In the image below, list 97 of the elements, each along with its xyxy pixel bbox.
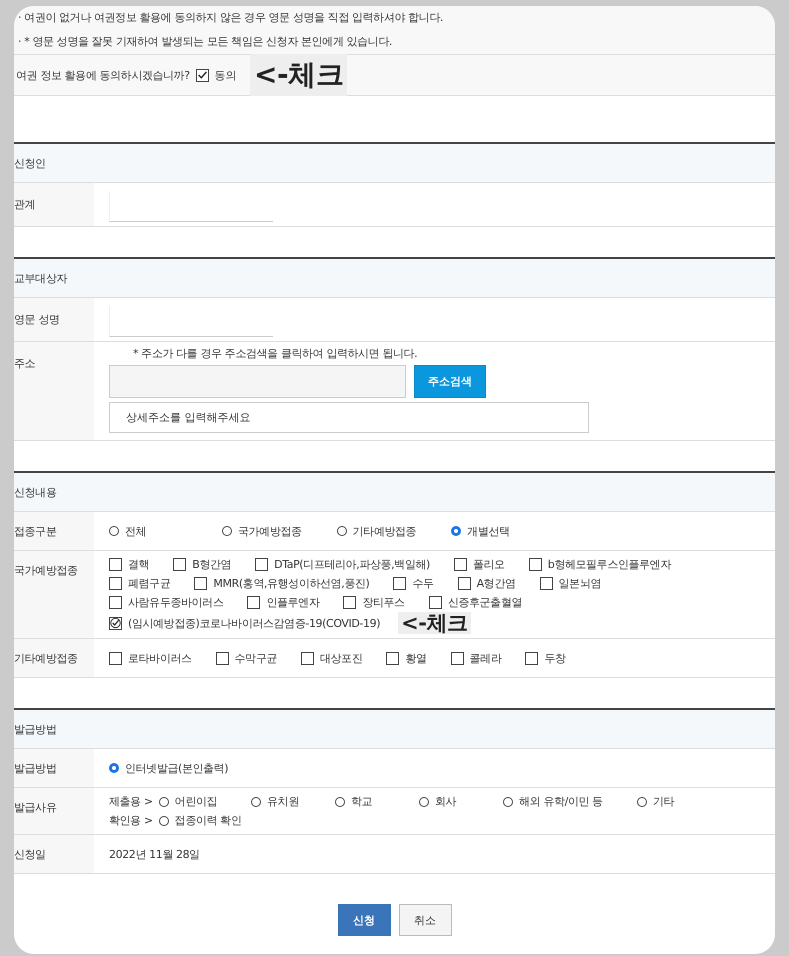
input-field[interactable]	[109, 191, 273, 222]
radio-label: 기타예방접종	[352, 524, 416, 538]
checkbox[interactable]	[109, 558, 122, 571]
date-text: 2022년 11월 28일	[109, 846, 201, 862]
checkbox-label: DTaP(디프테리아,파상풍,백일해)	[274, 557, 430, 572]
checkbox-label: 수막구균	[234, 650, 278, 666]
row-label: 발급사유	[14, 800, 56, 815]
row-label: 발급방법	[14, 760, 56, 776]
radio-button[interactable]	[335, 796, 346, 806]
checkbox-label: (임시예방접종)코로나바이러스감염증-19(COVID-19)	[128, 616, 380, 630]
radio-button[interactable]	[222, 526, 232, 536]
checkbox[interactable]	[109, 577, 122, 590]
row-label: 접종구분	[14, 524, 56, 538]
radio-label: 회사	[435, 794, 456, 809]
checkbox-label: A형간염	[476, 576, 516, 591]
notice-text: · 여권이 없거나 여권정보 활용에 동의하지 않은 경우 영문 성명을 직접 입력하셔야 합니다.	[14, 6, 775, 30]
checkbox[interactable]	[216, 652, 229, 664]
checkbox[interactable]	[454, 558, 467, 571]
row-label: 국가예방접종	[14, 563, 78, 578]
checkbox-label: 황열	[405, 650, 427, 666]
radio-button[interactable]	[636, 796, 647, 806]
radio-button[interactable]	[503, 796, 514, 806]
annotation-text: <-체크	[250, 54, 348, 96]
group-label: 확인용 >	[109, 813, 153, 828]
checkbox[interactable]	[173, 558, 186, 571]
radio-label: 학교	[351, 794, 372, 809]
detail-address-field[interactable]: 상세주소를 입력해주세요	[109, 402, 589, 433]
checkbox[interactable]	[528, 558, 542, 571]
checkbox[interactable]	[109, 596, 122, 609]
checkbox-label: 대상포진	[320, 650, 362, 666]
submit-button[interactable]: 신청	[338, 904, 390, 936]
radio-button[interactable]	[336, 526, 347, 536]
radio-button[interactable]	[158, 816, 169, 826]
radio-button[interactable]	[419, 796, 430, 806]
section-title: 신청인	[14, 156, 46, 170]
checkbox[interactable]	[458, 577, 471, 590]
checkbox[interactable]	[393, 577, 406, 590]
row-label: 영문 성명	[14, 312, 60, 327]
cancel-button[interactable]: 취소	[398, 904, 452, 936]
row-label: 주소	[14, 356, 36, 371]
checkbox[interactable]	[247, 596, 260, 609]
checkbox[interactable]	[301, 652, 314, 664]
checkbox[interactable]	[343, 596, 356, 609]
checkbox[interactable]	[450, 652, 464, 664]
radio-button[interactable]	[158, 796, 169, 806]
checkbox-label: 폐렴구균	[128, 576, 170, 591]
radio-button[interactable]	[251, 796, 262, 806]
checkbox-label: 신증후군출혈열	[448, 595, 522, 610]
group-label: 제출용 >	[109, 794, 153, 809]
checkbox[interactable]	[428, 596, 442, 609]
checkbox-label: MMR(홍역,유행성이하선염,풍진)	[213, 576, 370, 591]
row-label: 신청일	[14, 846, 46, 862]
checkbox[interactable]	[196, 68, 209, 82]
hint-text: * 주소가 다를 경우 주소검색을 클릭하여 입력하시면 됩니다.	[132, 346, 418, 361]
section-title: 발급방법	[14, 722, 56, 736]
row-label: 기타예방접종	[14, 651, 78, 666]
section-title: 교부대상자	[14, 270, 68, 286]
checkbox-label: B형간염	[192, 557, 232, 572]
row-label: 관계	[14, 197, 36, 212]
checkbox[interactable]	[194, 577, 208, 590]
radio-label: 전체	[125, 524, 146, 538]
radio-button[interactable]	[451, 526, 462, 536]
consent-question: 여권 정보 활용에 동의하시겠습니까?	[16, 68, 190, 82]
input-field[interactable]	[109, 306, 273, 337]
checkbox-label: b형헤모필루스인플루엔자	[548, 557, 671, 572]
radio-label: 어린이집	[174, 794, 218, 809]
radio-label: 유치원	[267, 794, 299, 809]
checkbox-label: 폴리오	[472, 557, 505, 572]
checkbox-label: 수두	[412, 576, 434, 591]
checkbox[interactable]	[109, 652, 122, 664]
checkbox[interactable]	[255, 558, 268, 571]
checkbox[interactable]	[386, 652, 400, 664]
address-search-button[interactable]: 주소검색	[414, 365, 486, 398]
checkbox[interactable]	[109, 616, 122, 630]
checkbox-label: 장티푸스	[362, 595, 405, 610]
radio-button[interactable]	[109, 763, 119, 773]
checkbox-label: 콜레라	[470, 650, 502, 666]
address-field[interactable]	[109, 365, 406, 398]
checkbox[interactable]	[525, 652, 538, 664]
checkbox-label: 일본뇌염	[558, 576, 601, 591]
checkbox-label: 로타바이러스	[128, 650, 192, 666]
checkbox-label: 두창	[544, 650, 566, 666]
radio-label: 국가예방접종	[238, 524, 302, 538]
annotation-text: <-체크	[398, 612, 471, 634]
radio-label: 개별선택	[467, 524, 510, 538]
radio-label: 해외 유학/이민 등	[519, 794, 603, 809]
notice-text: · * 영문 성명을 잘못 기재하여 발생되는 모든 책임은 신청자 본인에게 있습니다.	[14, 30, 775, 54]
radio-button[interactable]	[109, 526, 119, 536]
radio-label: 기타	[652, 794, 674, 809]
radio-label: 인터넷발급(본인출력)	[125, 760, 228, 776]
checkbox-label: 결핵	[128, 557, 150, 572]
radio-label: 접종이력 확인	[174, 813, 242, 828]
checkbox-label: 동의	[214, 68, 236, 82]
checkbox[interactable]	[540, 577, 553, 590]
checkbox-label: 인플루엔자	[266, 595, 320, 610]
section-title: 신청내용	[14, 484, 56, 500]
checkbox-label: 사람유두종바이러스	[128, 595, 224, 610]
